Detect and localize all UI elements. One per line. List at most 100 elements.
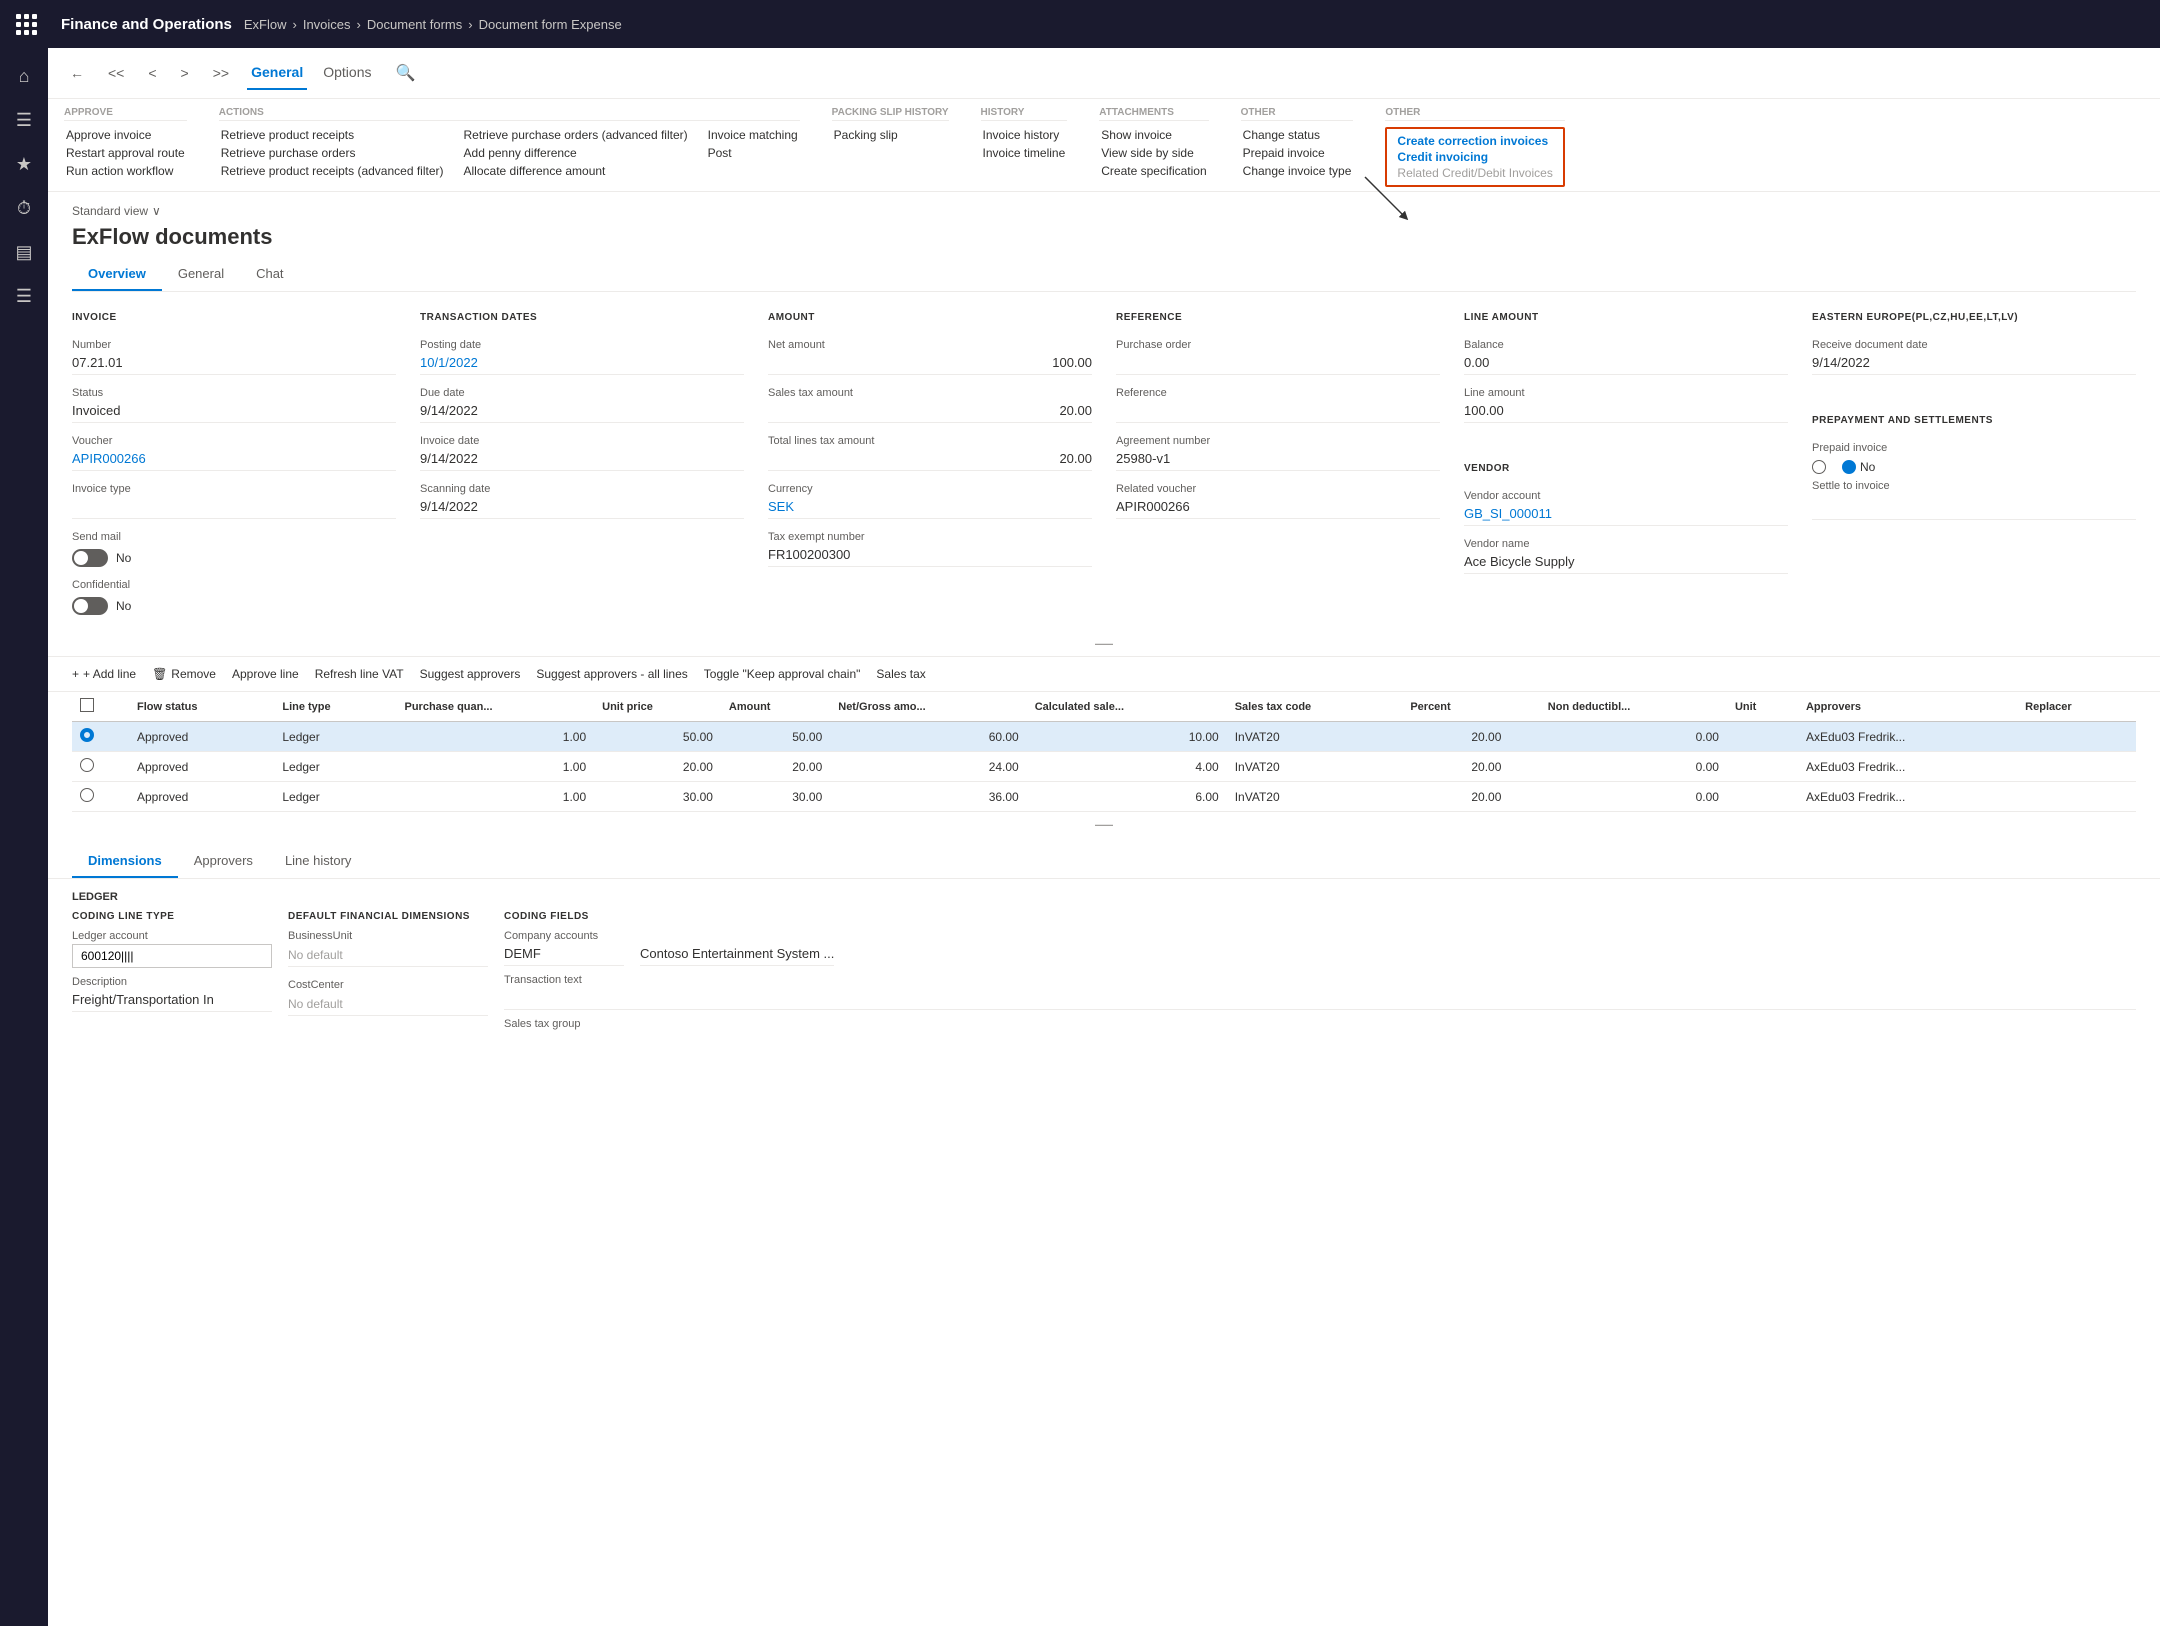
invoice-voucher-value[interactable]: APIR000266 [72,449,396,471]
purchase-order-value[interactable] [1116,353,1440,375]
invoice-section-title: INVOICE [72,312,396,323]
tab-line-history[interactable]: Line history [269,845,367,878]
ribbon-create-specification[interactable]: Create specification [1099,163,1208,179]
trash-icon: 🗑 [152,667,167,681]
invoice-voucher-field: Voucher APIR000266 [72,435,396,471]
row-radio[interactable] [80,788,94,802]
remove-button[interactable]: 🗑 Remove [152,665,216,683]
currency-value[interactable]: SEK [768,497,1092,519]
sidebar-recent-icon[interactable]: ⏱ [4,188,44,228]
ribbon-view-side-by-side[interactable]: View side by side [1099,145,1208,161]
table-row[interactable]: Approved Ledger 1.00 20.00 20.00 24.00 4… [72,752,2136,782]
ribbon-prepaid-invoice[interactable]: Prepaid invoice [1241,145,1354,161]
row-unit-price: 20.00 [594,752,721,782]
suggest-approvers-button[interactable]: Suggest approvers [420,665,521,683]
tab-overview[interactable]: Overview [72,258,162,291]
row-amount: 30.00 [721,782,830,812]
tab-options[interactable]: Options [319,56,375,90]
refresh-line-vat-button[interactable]: Refresh line VAT [315,665,404,683]
sidebar-star-icon[interactable]: ★ [4,144,44,184]
vendor-account-value[interactable]: GB_SI_000011 [1464,504,1788,526]
ribbon-retrieve-product-receipts[interactable]: Retrieve product receipts [219,127,446,143]
row-radio[interactable] [80,758,94,772]
sidebar-list-icon[interactable]: ☰ [4,276,44,316]
sales-tax-button[interactable]: Sales tax [876,665,925,683]
resize-handle-2[interactable]: — [48,812,2160,837]
prepaid-yes-radio[interactable] [1812,460,1826,474]
breadcrumb-invoices[interactable]: Invoices [303,17,351,32]
confidential-toggle[interactable] [72,597,108,615]
nav-next-button[interactable]: > [175,61,195,85]
tab-approvers[interactable]: Approvers [178,845,269,878]
sidebar-home-icon[interactable]: ⌂ [4,56,44,96]
transaction-text-value [504,988,2136,1010]
prepaid-no-option[interactable]: No [1842,460,1875,474]
nav-first-button[interactable]: << [102,61,130,85]
due-date-value: 9/14/2022 [420,401,744,423]
standard-view-selector[interactable]: Standard view ∨ [72,204,2136,218]
ribbon-change-invoice-type[interactable]: Change invoice type [1241,163,1354,179]
suggest-approvers-all-lines-button[interactable]: Suggest approvers - all lines [536,665,687,683]
sidebar-module-icon[interactable]: ▤ [4,232,44,272]
row-radio-cell[interactable] [72,752,129,782]
invoice-voucher-label: Voucher [72,435,396,447]
reference-value[interactable] [1116,401,1440,423]
prepaid-yes-option[interactable] [1812,460,1830,474]
ribbon-create-correction[interactable]: Create correction invoices [1395,133,1554,149]
ribbon-retrieve-product-receipts-advanced[interactable]: Retrieve product receipts (advanced filt… [219,163,446,179]
breadcrumb-document-forms[interactable]: Document forms [367,17,462,32]
select-all-checkbox[interactable] [80,698,94,712]
search-button[interactable]: 🔍 [387,59,423,87]
nav-last-button[interactable]: >> [207,61,235,85]
transaction-dates-section: TRANSACTION DATES Posting date 10/1/2022… [420,312,744,615]
table-row[interactable]: Approved Ledger 1.00 50.00 50.00 60.00 1… [72,722,2136,752]
related-voucher-value: APIR000266 [1116,497,1440,519]
send-mail-field: Send mail No [72,531,396,567]
ribbon-invoice-matching[interactable]: Invoice matching [706,127,800,143]
row-line-type: Ledger [274,722,396,752]
ribbon-approve-invoice[interactable]: Approve invoice [64,127,187,143]
row-calculated-sale: 10.00 [1027,722,1227,752]
ribbon-post[interactable]: Post [706,145,800,161]
ribbon-allocate-difference[interactable]: Allocate difference amount [462,163,690,179]
tab-general[interactable]: General [247,56,307,90]
nav-prev-button[interactable]: < [142,61,162,85]
ribbon-invoice-timeline[interactable]: Invoice timeline [981,145,1068,161]
sidebar-menu-icon[interactable]: ☰ [4,100,44,140]
back-button[interactable]: ← [64,61,90,85]
ribbon-run-action-workflow[interactable]: Run action workflow [64,163,187,179]
send-mail-toggle[interactable] [72,549,108,567]
company-accounts-value[interactable]: DEMF [504,944,624,966]
breadcrumb-document-form-expense[interactable]: Document form Expense [479,17,622,32]
prepaid-no-radio[interactable] [1842,460,1856,474]
ribbon-credit-invoicing[interactable]: Credit invoicing [1395,149,1554,165]
row-radio-cell[interactable] [72,722,129,752]
row-radio[interactable] [80,728,94,742]
ledger-account-input[interactable] [72,944,272,968]
toggle-keep-approval-chain-button[interactable]: Toggle "Keep approval chain" [704,665,861,683]
table-row[interactable]: Approved Ledger 1.00 30.00 30.00 36.00 6… [72,782,2136,812]
ribbon-restart-approval[interactable]: Restart approval route [64,145,187,161]
tab-chat[interactable]: Chat [240,258,299,291]
ribbon-packing-slip[interactable]: Packing slip [832,127,900,143]
ribbon-change-status[interactable]: Change status [1241,127,1354,143]
add-line-button[interactable]: + + Add line [72,665,136,683]
reference-label: Reference [1116,387,1440,399]
row-line-type: Ledger [274,752,396,782]
waffle-menu-icon[interactable] [12,10,41,39]
other-highlighted-box: Create correction invoices Credit invoic… [1385,127,1564,187]
breadcrumb-exflow[interactable]: ExFlow [244,17,287,32]
ribbon-add-penny-difference[interactable]: Add penny difference [462,145,690,161]
tab-general-page[interactable]: General [162,258,240,291]
tab-dimensions[interactable]: Dimensions [72,845,178,878]
approve-line-button[interactable]: Approve line [232,665,299,683]
amount-section-title: AMOUNT [768,312,1092,323]
ribbon-invoice-history[interactable]: Invoice history [981,127,1068,143]
invoice-type-value[interactable] [72,497,396,519]
row-radio-cell[interactable] [72,782,129,812]
posting-date-value[interactable]: 10/1/2022 [420,353,744,375]
ribbon-retrieve-purchase-orders[interactable]: Retrieve purchase orders [219,145,446,161]
ribbon-retrieve-po-advanced[interactable]: Retrieve purchase orders (advanced filte… [462,127,690,143]
ribbon-show-invoice[interactable]: Show invoice [1099,127,1208,143]
resize-handle[interactable]: — [48,631,2160,656]
